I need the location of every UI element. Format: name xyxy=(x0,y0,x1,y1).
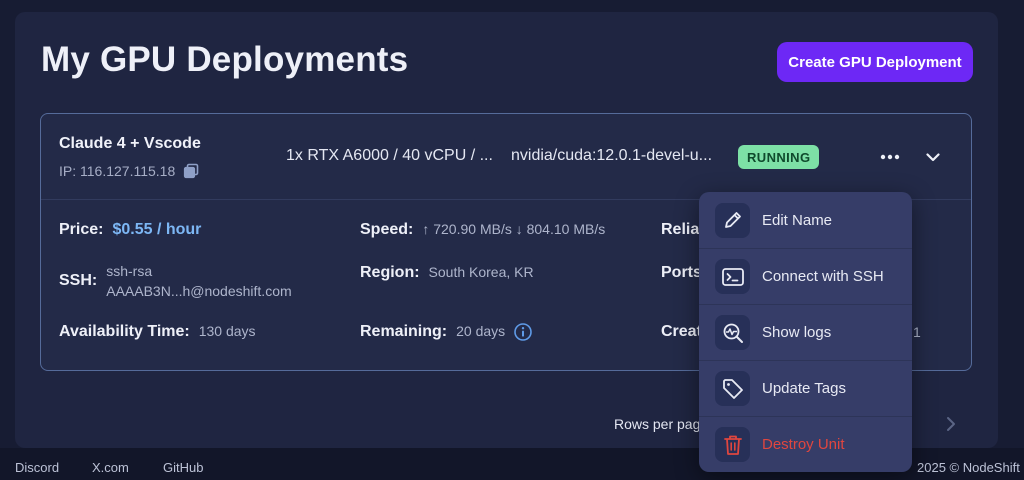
container-image: nvidia/cuda:12.0.1-devel-u... xyxy=(511,147,713,164)
expand-button[interactable] xyxy=(921,145,945,169)
menu-item-label: Update Tags xyxy=(762,380,846,397)
copy-icon[interactable] xyxy=(183,163,199,179)
created-value-field: 1 xyxy=(913,324,921,340)
menu-item-connect-ssh[interactable]: Connect with SSH xyxy=(699,248,912,304)
deployment-ip-text: IP: 116.127.115.18 xyxy=(59,163,176,179)
speed-label: Speed: xyxy=(360,221,414,238)
region-value: South Korea, KR xyxy=(428,264,534,280)
ssh-label: SSH: xyxy=(59,272,98,289)
info-icon[interactable] xyxy=(514,323,532,341)
menu-item-update-tags[interactable]: Update Tags xyxy=(699,360,912,416)
more-options-button[interactable] xyxy=(877,145,903,169)
menu-item-edit-name[interactable]: Edit Name xyxy=(699,192,912,248)
ssh-key[interactable]: ssh-rsa AAAAB3N...h@nodeshift.com xyxy=(106,261,291,301)
menu-item-label: Connect with SSH xyxy=(762,268,884,285)
availability-label: Availability Time: xyxy=(59,323,190,340)
create-gpu-deployment-button[interactable]: Create GPU Deployment xyxy=(777,42,973,82)
logs-search-icon xyxy=(723,323,743,343)
pencil-icon xyxy=(724,212,741,228)
footer-link-github[interactable]: GitHub xyxy=(163,460,203,475)
remaining-label: Remaining: xyxy=(360,323,448,340)
menu-item-label: Show logs xyxy=(762,324,832,341)
trash-icon xyxy=(723,435,742,455)
menu-item-label: Edit Name xyxy=(762,211,833,229)
menu-item-show-logs[interactable]: Show logs xyxy=(699,304,912,360)
price-label: Price: xyxy=(59,221,104,238)
reliability-label: Relia xyxy=(661,221,700,238)
rows-per-page-label: Rows per pag xyxy=(614,416,701,432)
status-badge: RUNNING xyxy=(738,145,820,169)
ssh-key-line-1: ssh-rsa xyxy=(106,263,153,279)
footer-link-x[interactable]: X.com xyxy=(92,460,129,475)
speed-field: Speed: ↑ 720.90 MB/s ↓ 804.10 MB/s xyxy=(360,221,605,239)
deployment-card-header[interactable]: Claude 4 + Vscode IP: 116.127.115.18 1x … xyxy=(41,114,971,200)
tag-icon xyxy=(722,378,743,399)
gpu-spec: 1x RTX A6000 / 40 vCPU / ... xyxy=(286,147,493,164)
price-value: $0.55 / hour xyxy=(112,221,202,238)
region-field: Region: South Korea, KR xyxy=(360,264,534,282)
more-horizontal-icon xyxy=(880,154,900,160)
created-label: Creat xyxy=(661,323,702,340)
ports-label: Ports xyxy=(661,264,702,281)
terminal-icon xyxy=(721,267,744,286)
created-value: 1 xyxy=(913,324,921,340)
chevron-right-icon[interactable] xyxy=(941,414,961,434)
ssh-key-line-2: AAAAB3N...h@nodeshift.com xyxy=(106,283,292,299)
speed-value: ↑ 720.90 MB/s ↓ 804.10 MB/s xyxy=(422,221,606,237)
menu-item-label: Destroy Unit xyxy=(762,436,845,453)
menu-item-destroy-unit[interactable]: Destroy Unit xyxy=(699,416,912,472)
deployment-name: Claude 4 + Vscode xyxy=(59,135,201,152)
remaining-value: 20 days xyxy=(456,323,506,339)
availability-value: 130 days xyxy=(198,323,256,339)
deployment-ip: IP: 116.127.115.18 xyxy=(59,163,199,179)
remaining-field: Remaining: 20 days xyxy=(360,323,532,341)
region-label: Region: xyxy=(360,264,420,281)
ssh-field: SSH: ssh-rsa AAAAB3N...h@nodeshift.com xyxy=(59,261,292,301)
chevron-down-icon xyxy=(926,152,940,161)
footer-link-discord[interactable]: Discord xyxy=(15,460,59,475)
price-field: Price: $0.55 / hour xyxy=(59,221,201,239)
actions-menu: Edit Name Connect with SSH Show logs Upd… xyxy=(699,192,912,472)
page-title: My GPU Deployments xyxy=(41,40,409,79)
copyright: 2025 © NodeShift xyxy=(917,460,1020,475)
availability-field: Availability Time: 130 days xyxy=(59,323,256,341)
